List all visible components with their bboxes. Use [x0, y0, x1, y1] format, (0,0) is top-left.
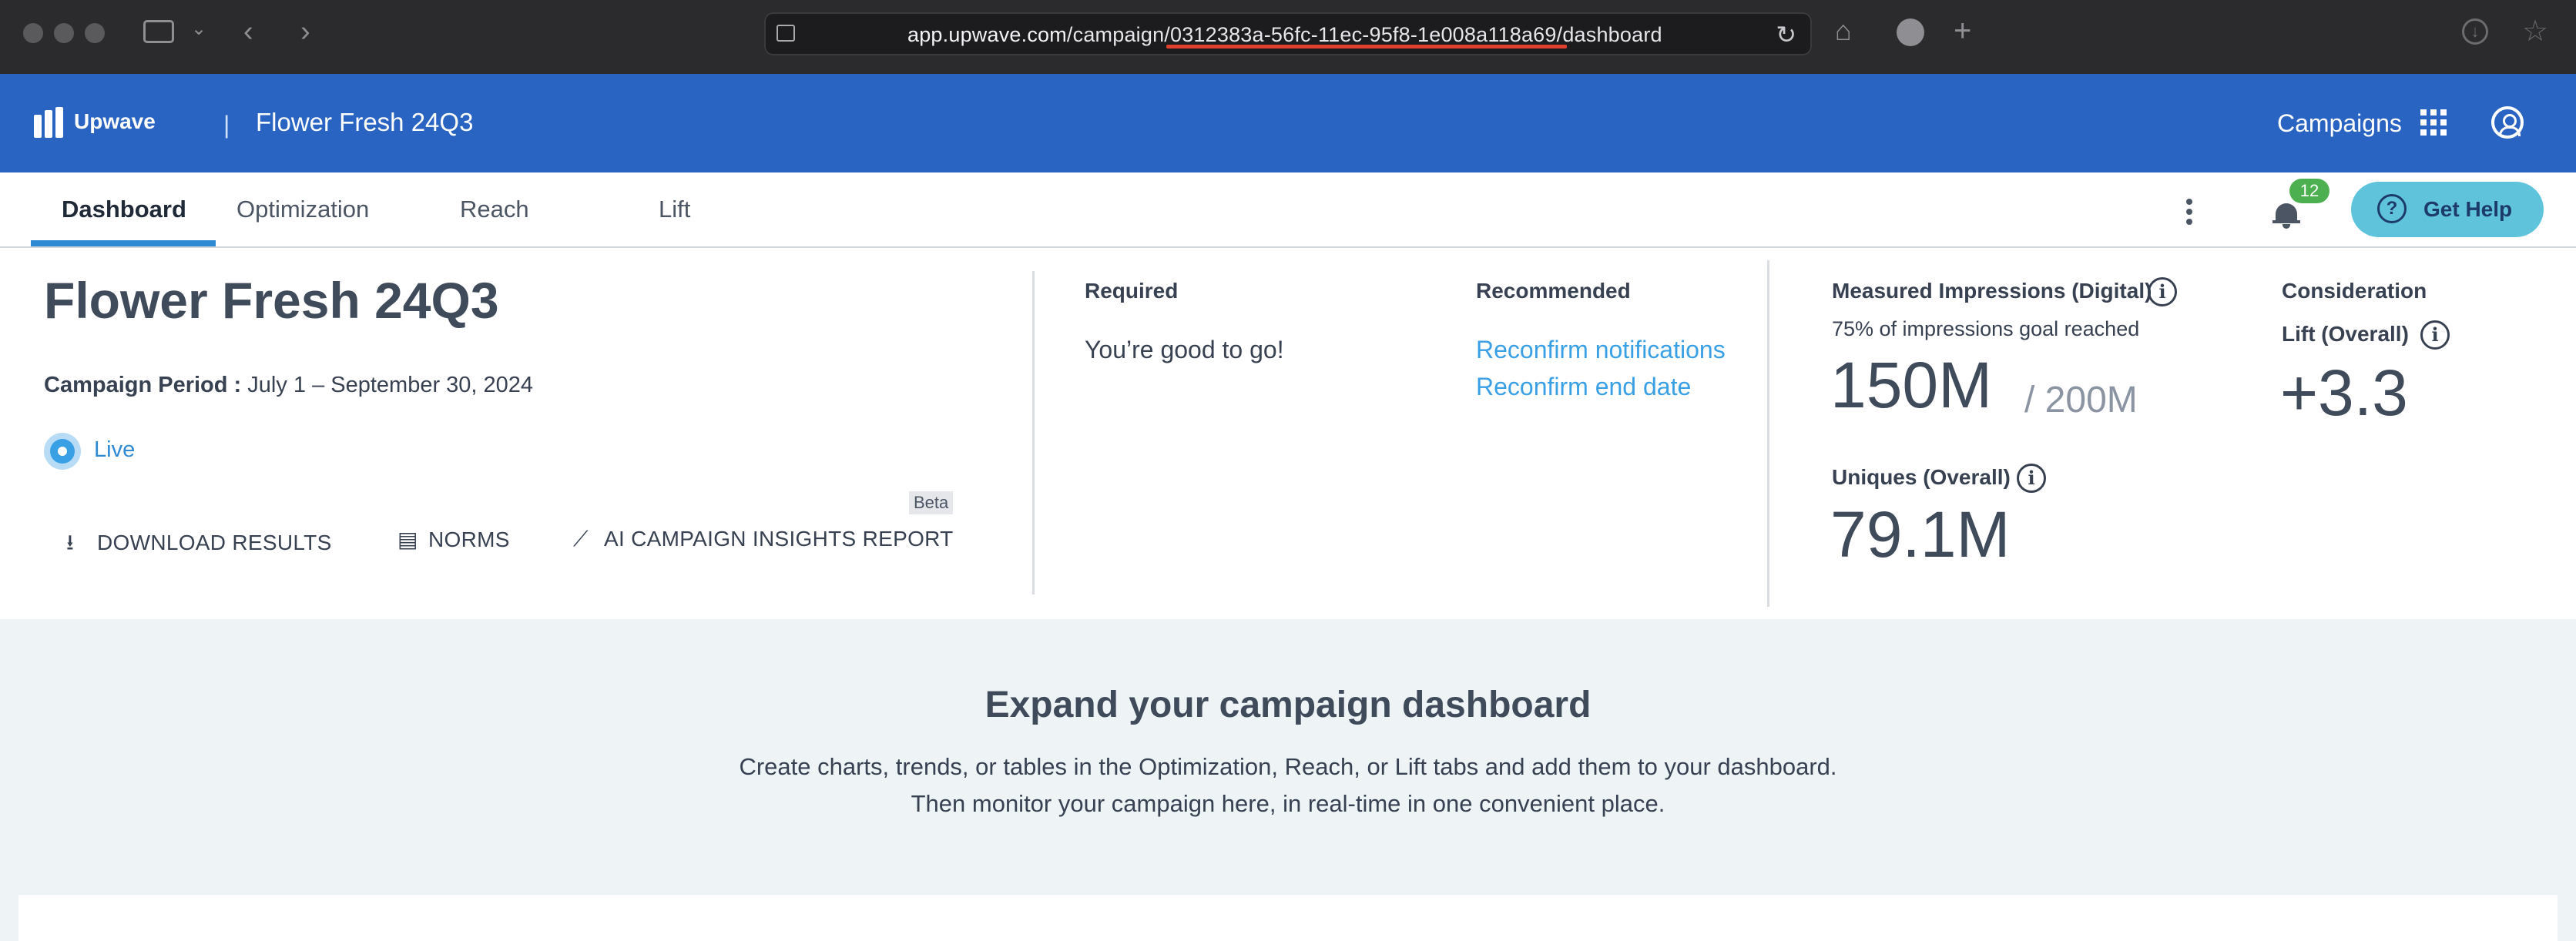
new-tab-icon[interactable]: + [1954, 15, 1971, 46]
divider [1767, 260, 1769, 607]
impressions-heading: Measured Impressions (Digital) [1832, 279, 2152, 303]
expand-dashboard-text: Then monitor your campaign here, in real… [911, 790, 1665, 817]
tab-reach[interactable]: Reach [460, 196, 529, 223]
tab-dashboard[interactable]: Dashboard [62, 196, 186, 223]
header-campaign-title: Flower Fresh 24Q3 [256, 108, 474, 136]
tab-lift[interactable]: Lift [659, 196, 690, 223]
get-help-label: Get Help [2423, 197, 2513, 221]
campaign-title: Flower Fresh 24Q3 [44, 272, 499, 329]
browser-toolbar: ⌄ ‹ › app.upwave.com/campaign/0312383a-5… [0, 0, 2576, 74]
app-header: Upwave | Flower Fresh 24Q3 Campaigns [0, 74, 2576, 172]
home-icon[interactable]: ⌂ [1835, 17, 1852, 45]
document-list-icon: ▤ [397, 527, 418, 551]
recommended-heading: Recommended [1476, 279, 1631, 303]
reconfirm-end-date-link[interactable]: Reconfirm end date [1476, 373, 1691, 401]
lift-value: +3.3 [2280, 357, 2408, 429]
account-icon[interactable] [2491, 106, 2524, 139]
more-options-icon[interactable] [2186, 199, 2192, 226]
apps-grid-icon[interactable] [2420, 109, 2447, 136]
reconfirm-notifications-link[interactable]: Reconfirm notifications [1476, 336, 1726, 364]
window-close-button[interactable] [23, 23, 43, 43]
divider [1032, 271, 1035, 594]
uniques-value: 79.1M [1830, 498, 2011, 571]
help-question-icon: ? [2377, 194, 2407, 223]
get-help-button[interactable]: ? Get Help [2351, 182, 2544, 237]
url-highlight-underline [1166, 45, 1567, 49]
campaign-summary-panel: Flower Fresh 24Q3 Campaign Period : July… [0, 248, 2576, 619]
info-icon[interactable]: i [2017, 464, 2046, 493]
extension-icon[interactable] [1897, 18, 1924, 46]
dashboard-card [18, 895, 2558, 941]
download-results-button[interactable]: ⭳ DOWNLOAD RESULTS [66, 527, 332, 564]
logo-text[interactable]: Upwave [74, 109, 156, 134]
site-settings-icon[interactable] [776, 25, 795, 42]
address-bar[interactable]: app.upwave.com/campaign/0312383a-56fc-11… [764, 12, 1812, 55]
chevron-down-icon[interactable]: ⌄ [191, 20, 206, 39]
upwave-logo-icon[interactable] [34, 107, 65, 138]
back-icon[interactable]: ‹ [243, 17, 253, 46]
trend-sparkle-icon: ⟋ [573, 527, 589, 551]
bell-icon[interactable] [2272, 200, 2300, 229]
consideration-heading: Consideration [2282, 279, 2427, 303]
required-status-text: You’re good to go! [1085, 336, 1284, 363]
info-icon[interactable]: i [2148, 277, 2177, 306]
url-text: app.upwave.com/campaign/0312383a-56fc-11… [907, 23, 1662, 46]
reload-icon[interactable]: ↻ [1776, 20, 1796, 49]
lift-heading: Lift (Overall) [2282, 322, 2409, 346]
impressions-goal: / 200M [2024, 380, 2138, 420]
window-minimize-button[interactable] [54, 23, 74, 43]
header-separator: | [223, 111, 230, 139]
active-tab-indicator [31, 240, 216, 246]
campaigns-link[interactable]: Campaigns [2277, 109, 2402, 138]
impressions-goal-text: 75% of impressions goal reached [1832, 317, 2140, 340]
live-status-label: Live [94, 437, 136, 462]
sidebar-toggle-icon[interactable] [143, 20, 174, 43]
norms-button[interactable]: ▤ NORMS [397, 527, 510, 552]
ai-insights-report-button[interactable]: ⟋ AI CAMPAIGN INSIGHTS REPORT [573, 527, 954, 552]
info-icon[interactable]: i [2420, 320, 2450, 350]
uniques-heading: Uniques (Overall) [1832, 465, 2011, 489]
live-status-icon [44, 433, 81, 470]
forward-icon[interactable]: › [300, 17, 310, 46]
required-heading: Required [1085, 279, 1179, 303]
bookmark-star-icon[interactable]: ☆ [2522, 17, 2548, 46]
expand-dashboard-text: Create charts, trends, or tables in the … [739, 753, 1837, 780]
beta-badge: Beta [909, 491, 954, 514]
expand-dashboard-title: Expand your campaign dashboard [984, 685, 1592, 725]
window-zoom-button[interactable] [85, 23, 105, 43]
tab-optimization[interactable]: Optimization [236, 196, 369, 223]
notification-count-badge: 12 [2289, 179, 2329, 203]
download-icon: ⭳ [66, 531, 75, 554]
tabs-bar: Dashboard Optimization Reach Lift [0, 172, 2576, 248]
url-campaign-id: 0312383a-56fc-11ec-95f8-1e008a118a69 [1170, 23, 1557, 46]
campaign-period: Campaign Period : July 1 – September 30,… [44, 373, 534, 397]
impressions-value: 150M [1830, 349, 1993, 421]
download-icon[interactable]: ↓ [2462, 18, 2488, 45]
